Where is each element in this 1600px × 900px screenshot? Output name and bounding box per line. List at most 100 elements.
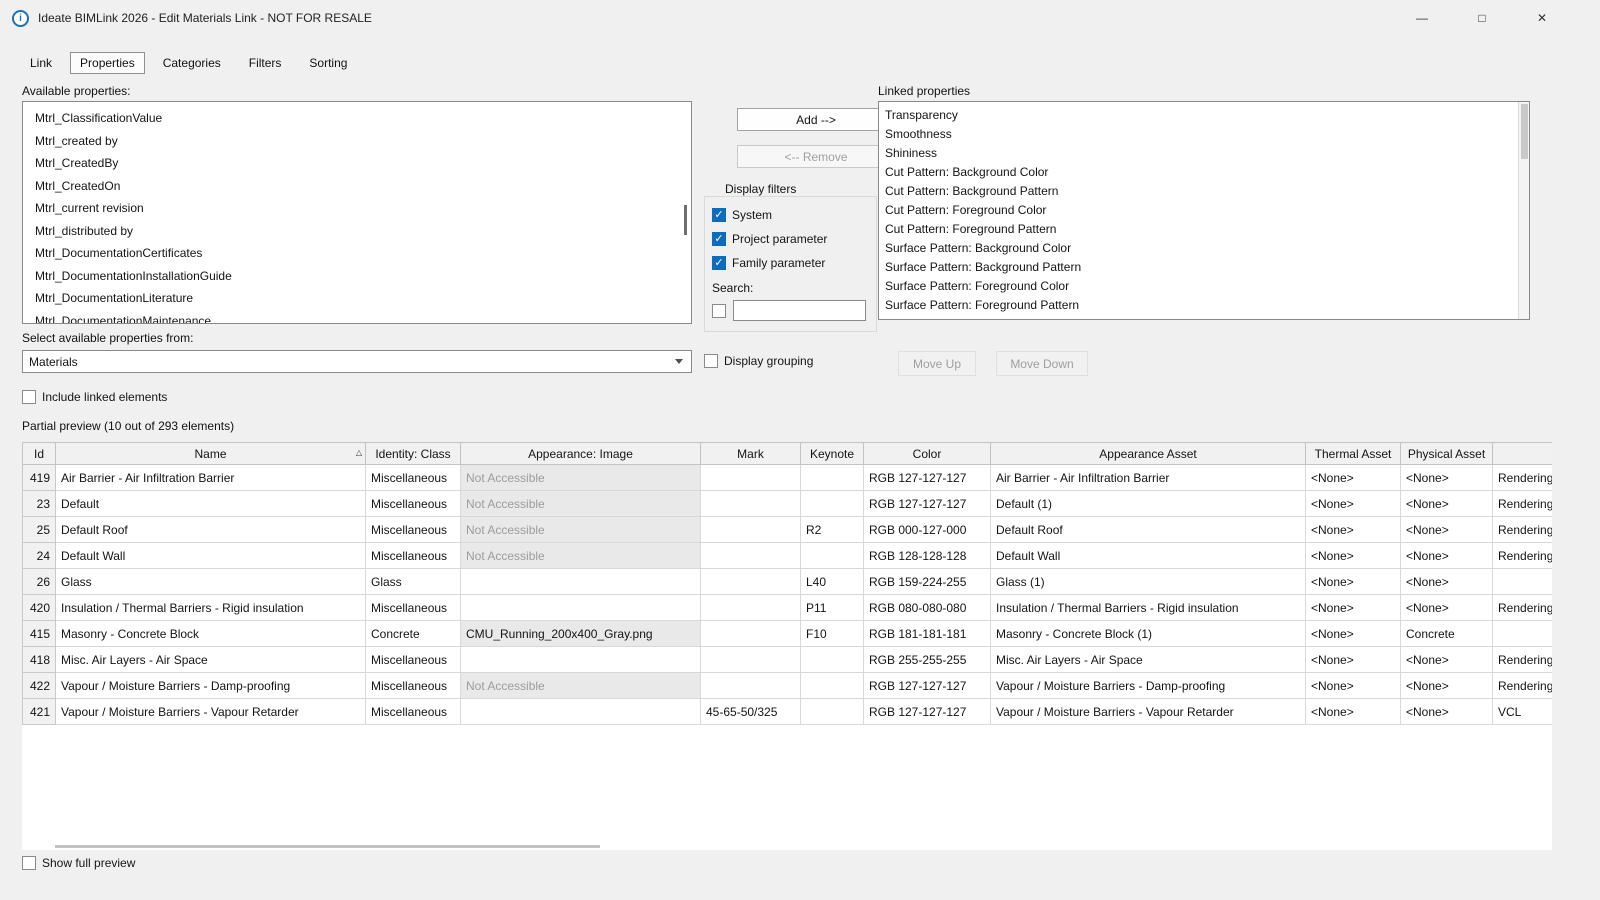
horizontal-scrollbar[interactable]: [55, 845, 600, 848]
display-grouping-row: Display grouping: [704, 354, 813, 368]
list-item[interactable]: Surface Pattern: Background Color: [879, 239, 1529, 258]
list-item[interactable]: Mtrl_current revision: [23, 197, 691, 220]
display-grouping-label: Display grouping: [724, 354, 813, 368]
table-cell: Air Barrier - Air Infiltration Barrier: [56, 465, 366, 491]
show-full-preview-label: Show full preview: [42, 856, 135, 870]
close-button[interactable]: ✕: [1512, 0, 1572, 36]
table-cell: <None>: [1401, 699, 1493, 725]
list-item[interactable]: Mtrl_DocumentationMaintenance: [23, 310, 691, 325]
table-cell: <None>: [1306, 699, 1401, 725]
table-cell: Vapour / Moisture Barriers - Vapour Reta…: [56, 699, 366, 725]
table-cell: Miscellaneous: [366, 517, 461, 543]
column-header-thermal-asset[interactable]: Thermal Asset: [1306, 443, 1401, 465]
column-header-identity-class[interactable]: Identity: Class: [366, 443, 461, 465]
preview-panel: IdName△Identity: ClassAppearance: ImageM…: [22, 442, 1552, 850]
linked-list-scroll-thumb[interactable]: [1521, 104, 1528, 159]
list-item[interactable]: Mtrl_CreatedBy: [23, 152, 691, 175]
list-item[interactable]: Mtrl_DocumentationLiterature: [23, 287, 691, 310]
column-header[interactable]: [1493, 443, 1553, 465]
table-cell: [801, 543, 864, 569]
filter-checkbox[interactable]: ✓: [712, 256, 726, 270]
table-cell: Vapour / Moisture Barriers - Damp-proofi…: [991, 673, 1306, 699]
column-header-appearance-image[interactable]: Appearance: Image: [461, 443, 701, 465]
column-header-keynote[interactable]: Keynote: [801, 443, 864, 465]
table-cell: 25: [23, 517, 56, 543]
list-item[interactable]: Mtrl_distributed by: [23, 220, 691, 243]
table-cell: [701, 621, 801, 647]
table-cell: Masonry - Concrete Block: [56, 621, 366, 647]
table-row[interactable]: 418Misc. Air Layers - Air SpaceMiscellan…: [23, 647, 1553, 673]
table-row[interactable]: 421Vapour / Moisture Barriers - Vapour R…: [23, 699, 1553, 725]
list-item[interactable]: Smoothness: [879, 125, 1529, 144]
include-linked-row: Include linked elements: [22, 390, 167, 404]
list-item[interactable]: Surface Pattern: Foreground Color: [879, 277, 1529, 296]
table-cell: Default Roof: [991, 517, 1306, 543]
table-cell: 45-65-50/325: [701, 699, 801, 725]
column-header-mark[interactable]: Mark: [701, 443, 801, 465]
table-row[interactable]: 419Air Barrier - Air Infiltration Barrie…: [23, 465, 1553, 491]
table-cell: Insulation / Thermal Barriers - Rigid in…: [56, 595, 366, 621]
tab-properties[interactable]: Properties: [70, 52, 145, 74]
include-linked-checkbox[interactable]: [22, 390, 36, 404]
table-cell: <None>: [1306, 569, 1401, 595]
table-row[interactable]: 25Default RoofMiscellaneousNot Accessibl…: [23, 517, 1553, 543]
display-grouping-checkbox[interactable]: [704, 354, 718, 368]
list-item[interactable]: Mtrl_DocumentationCertificates: [23, 242, 691, 265]
table-row[interactable]: 422Vapour / Moisture Barriers - Damp-pro…: [23, 673, 1553, 699]
tab-filters[interactable]: Filters: [239, 52, 292, 74]
table-row[interactable]: 23DefaultMiscellaneousNot AccessibleRGB …: [23, 491, 1553, 517]
table-cell: Rendering ap: [1493, 595, 1553, 621]
available-properties-list: Mtrl_ClassificationValueMtrl_created byM…: [22, 101, 692, 324]
maximize-button[interactable]: □: [1452, 0, 1512, 36]
table-row[interactable]: 420Insulation / Thermal Barriers - Rigid…: [23, 595, 1553, 621]
minimize-button[interactable]: —: [1392, 0, 1452, 36]
table-cell: <None>: [1306, 465, 1401, 491]
list-item[interactable]: Surface Pattern: Background Pattern: [879, 258, 1529, 277]
table-cell: RGB 159-224-255: [864, 569, 991, 595]
filter-label: Project parameter: [732, 232, 827, 246]
table-cell: VCL: [1493, 699, 1553, 725]
table-cell: Default (1): [991, 491, 1306, 517]
column-header-color[interactable]: Color: [864, 443, 991, 465]
search-checkbox[interactable]: [712, 304, 726, 318]
column-header-name[interactable]: Name△: [56, 443, 366, 465]
column-header-id[interactable]: Id: [23, 443, 56, 465]
column-header-physical-asset[interactable]: Physical Asset: [1401, 443, 1493, 465]
add-button[interactable]: Add -->: [737, 108, 895, 131]
properties-source-dropdown[interactable]: Materials: [22, 350, 692, 373]
filter-checkbox[interactable]: ✓: [712, 208, 726, 222]
column-header-appearance-asset[interactable]: Appearance Asset: [991, 443, 1306, 465]
table-cell: <None>: [1401, 569, 1493, 595]
linked-list-scrollbar[interactable]: [1518, 102, 1529, 319]
table-cell: Glass: [366, 569, 461, 595]
table-row[interactable]: 415Masonry - Concrete BlockConcreteCMU_R…: [23, 621, 1553, 647]
table-cell: Miscellaneous: [366, 465, 461, 491]
available-list-scrollbar[interactable]: [684, 205, 687, 235]
list-item[interactable]: Cut Pattern: Background Pattern: [879, 182, 1529, 201]
list-item[interactable]: Shininess: [879, 144, 1529, 163]
table-cell: Rendering ap: [1493, 647, 1553, 673]
tab-link[interactable]: Link: [20, 52, 62, 74]
table-cell: Default Wall: [56, 543, 366, 569]
tab-sorting[interactable]: Sorting: [299, 52, 357, 74]
show-full-preview-checkbox[interactable]: [22, 856, 36, 870]
list-item[interactable]: Cut Pattern: Foreground Pattern: [879, 220, 1529, 239]
list-item[interactable]: Cut Pattern: Background Color: [879, 163, 1529, 182]
list-item[interactable]: Cut Pattern: Foreground Color: [879, 201, 1529, 220]
list-item[interactable]: Mtrl_created by: [23, 130, 691, 153]
table-cell: Rendering ap: [1493, 673, 1553, 699]
table-cell: RGB 128-128-128: [864, 543, 991, 569]
table-cell: [801, 673, 864, 699]
window-controls: — □ ✕: [1392, 0, 1572, 36]
list-item[interactable]: Mtrl_CreatedOn: [23, 175, 691, 198]
list-item[interactable]: Surface Pattern: Foreground Pattern: [879, 296, 1529, 315]
tab-categories[interactable]: Categories: [153, 52, 231, 74]
list-item[interactable]: Transparency: [879, 106, 1529, 125]
list-item[interactable]: Mtrl_ClassificationValue: [23, 107, 691, 130]
search-input[interactable]: [733, 300, 866, 321]
filter-checkbox[interactable]: ✓: [712, 232, 726, 246]
table-row[interactable]: 24Default WallMiscellaneousNot Accessibl…: [23, 543, 1553, 569]
list-item[interactable]: Mtrl_DocumentationInstallationGuide: [23, 265, 691, 288]
table-row[interactable]: 26GlassGlassL40RGB 159-224-255Glass (1)<…: [23, 569, 1553, 595]
table-cell: Concrete: [366, 621, 461, 647]
